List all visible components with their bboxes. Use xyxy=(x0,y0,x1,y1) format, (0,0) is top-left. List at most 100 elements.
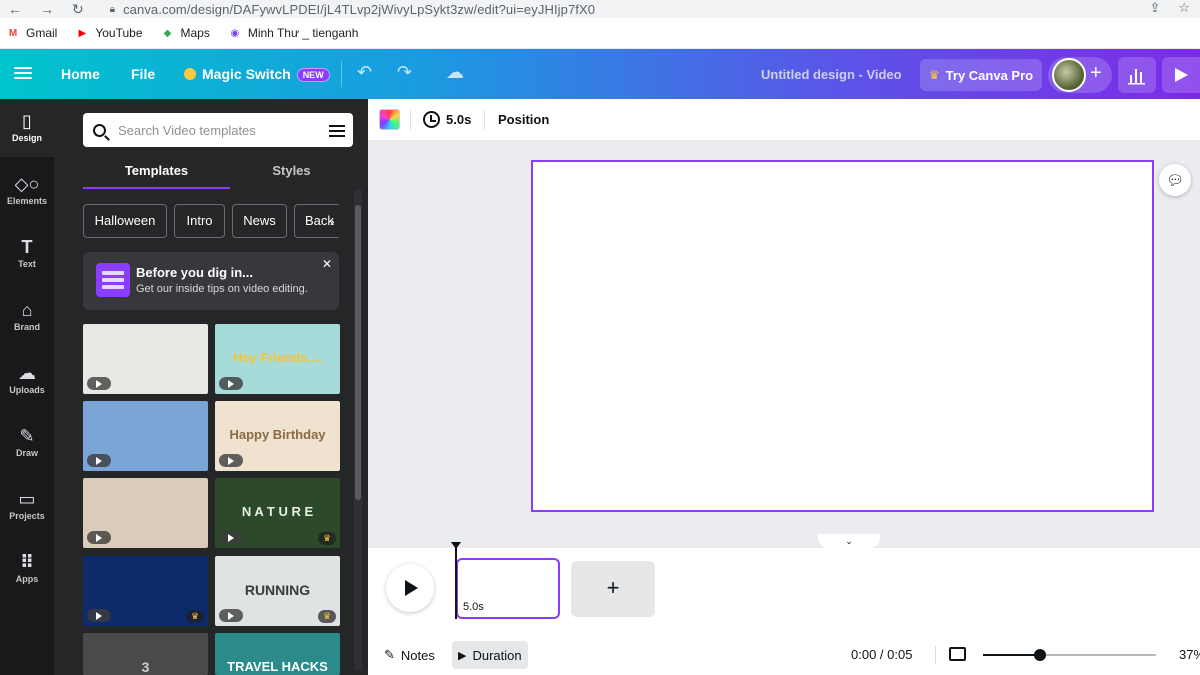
back-icon[interactable]: ← xyxy=(8,1,22,18)
gmail-icon: M xyxy=(8,27,18,39)
redo-icon[interactable]: ↷ xyxy=(397,62,412,83)
menu-icon[interactable] xyxy=(14,64,32,84)
panel-tabs: Templates Styles xyxy=(83,157,353,189)
forward-icon[interactable]: → xyxy=(40,1,54,18)
avatar[interactable] xyxy=(1052,58,1086,92)
play-icon xyxy=(219,531,243,544)
bookmark-item[interactable]: M Gmail xyxy=(6,26,58,40)
new-badge: NEW xyxy=(296,68,330,82)
rail-item-label: Apps xyxy=(15,574,39,584)
add-user-icon[interactable]: + xyxy=(1090,62,1102,85)
rail-item-draw[interactable]: ✎ Draw xyxy=(0,414,54,472)
file-button[interactable]: File xyxy=(131,66,155,82)
bookmark-label: Gmail xyxy=(26,26,58,40)
bookmark-app-icon: ◉ xyxy=(230,27,240,39)
lock-icon[interactable]: 🔒︎ xyxy=(110,4,115,15)
url-text[interactable]: canva.com/design/DAFywvLPDEI/jL4TLvp2jWi… xyxy=(123,2,595,17)
zoom-level[interactable]: 37% xyxy=(1179,647,1200,662)
zoom-slider-knob[interactable] xyxy=(1034,649,1047,661)
template-hey-friends[interactable]: Hey Friends.... xyxy=(215,324,340,394)
template-blue-glow[interactable]: ♛ xyxy=(83,556,208,626)
star-icon[interactable]: ☆ xyxy=(1178,0,1190,16)
rail-item-projects[interactable]: ▭ Projects xyxy=(0,477,54,535)
playhead[interactable] xyxy=(455,544,457,619)
search-box[interactable] xyxy=(83,113,353,147)
template-running[interactable]: RUNNING ♛ xyxy=(215,556,340,626)
left-nav-rail: ▯ Design ◇○ Elements T Text ⌂ Brand ☁ Uploads ✎ Dra… xyxy=(0,99,54,675)
clock-icon[interactable] xyxy=(423,111,440,128)
maps-icon: ◆ xyxy=(163,27,172,39)
crown-icon: ♛ xyxy=(928,68,940,82)
tab-templates[interactable]: Templates xyxy=(83,157,230,189)
close-icon[interactable]: ✕ xyxy=(322,257,332,271)
home-button[interactable]: Home xyxy=(61,66,100,82)
tip-text: Get our inside tips on video editing. xyxy=(136,283,308,295)
position-button[interactable]: Position xyxy=(498,112,549,127)
toolbar-divider xyxy=(410,110,411,130)
background-color-button[interactable] xyxy=(379,109,400,130)
design-canvas[interactable] xyxy=(531,160,1154,512)
url-path: /design/DAFywvLPDEI/jL4TLvp2jWivyLpSykt3… xyxy=(186,1,596,17)
filter-icon[interactable] xyxy=(329,122,345,138)
share-icon[interactable]: ⇪ xyxy=(1149,0,1160,16)
template-text: 3 xyxy=(141,659,150,675)
chip-intro[interactable]: Intro xyxy=(174,204,225,238)
crown-icon: ♛ xyxy=(318,610,336,623)
chip-halloween[interactable]: Halloween xyxy=(83,204,167,238)
present-button[interactable] xyxy=(1162,57,1200,93)
bookmark-item[interactable]: ▶ YouTube xyxy=(75,26,142,40)
template-birthday[interactable]: Happy Birthday xyxy=(215,401,340,471)
draw-icon: ✎ xyxy=(19,426,35,446)
panel-scrollbar-thumb[interactable] xyxy=(355,205,361,500)
template-clapper[interactable] xyxy=(83,324,208,394)
cloud-sync-icon[interactable]: ☁ xyxy=(446,62,464,83)
rail-item-apps[interactable]: ⠿ Apps xyxy=(0,540,54,598)
rail-item-brand[interactable]: ⌂ Brand xyxy=(0,288,54,346)
undo-icon[interactable]: ↶ xyxy=(357,62,372,83)
play-button[interactable] xyxy=(386,564,434,612)
try-canva-pro-button[interactable]: ♛ Try Canva Pro xyxy=(920,59,1042,91)
template-travel[interactable]: TRAVEL HACKS xyxy=(215,633,340,675)
bar-chart-icon xyxy=(1128,69,1145,85)
notes-button[interactable]: ✎ Notes xyxy=(378,641,441,669)
chevron-right-icon[interactable]: › xyxy=(330,213,335,229)
grid-view-icon[interactable] xyxy=(949,647,966,661)
add-comment-icon[interactable]: 💬︎ xyxy=(1159,164,1191,196)
timeline-toggle[interactable]: ⌄ xyxy=(818,534,880,548)
crown-icon: ♛ xyxy=(186,610,204,623)
add-page-button[interactable]: + xyxy=(571,561,655,617)
browser-address-bar: ← → ↻ 🔒︎ canva.com/design/DAFywvLPDEI/jL… xyxy=(0,0,1200,18)
duration-button[interactable]: 5.0s xyxy=(446,112,471,127)
chip-news[interactable]: News xyxy=(232,204,287,238)
notes-icon: ✎ xyxy=(384,647,395,662)
document-title[interactable]: Untitled design - Video xyxy=(761,67,902,82)
reload-icon[interactable]: ↻ xyxy=(72,1,84,18)
rail-item-elements[interactable]: ◇○ Elements xyxy=(0,162,54,220)
search-input[interactable] xyxy=(118,122,318,138)
rail-item-label: Uploads xyxy=(9,385,45,395)
duration-toggle[interactable]: ▶︎ Duration xyxy=(452,641,528,669)
rail-item-text[interactable]: T Text xyxy=(0,225,54,283)
tips-banner[interactable]: Before you dig in... Get our inside tips… xyxy=(83,252,339,310)
magic-switch-button[interactable]: Magic Switch NEW xyxy=(184,66,330,82)
bookmark-item[interactable]: ◉ Minh Thư _ tienganh xyxy=(228,26,358,40)
tab-styles[interactable]: Styles xyxy=(230,157,353,189)
design-icon: ▯ xyxy=(22,111,32,131)
rail-item-design[interactable]: ▯ Design xyxy=(0,99,54,157)
template-countdown[interactable]: 3 xyxy=(83,633,208,675)
rail-item-uploads[interactable]: ☁ Uploads xyxy=(0,351,54,409)
template-photos[interactable] xyxy=(83,478,208,548)
template-text: N A T U R E xyxy=(241,504,314,519)
template-sky[interactable] xyxy=(83,401,208,471)
bookmark-item[interactable]: ◆ Maps xyxy=(161,26,210,40)
template-text: TRAVEL HACKS xyxy=(227,659,328,674)
template-text: Hey Friends.... xyxy=(233,350,322,365)
template-text: RUNNING xyxy=(244,582,311,598)
template-nature[interactable]: N A T U R E ♛ xyxy=(215,478,340,548)
elements-icon: ◇○ xyxy=(14,174,40,194)
tip-title: Before you dig in... xyxy=(136,265,254,280)
insights-button[interactable] xyxy=(1118,57,1156,93)
play-icon xyxy=(219,454,243,467)
play-icon xyxy=(87,531,111,544)
duration-icon: ▶︎ xyxy=(458,649,467,662)
